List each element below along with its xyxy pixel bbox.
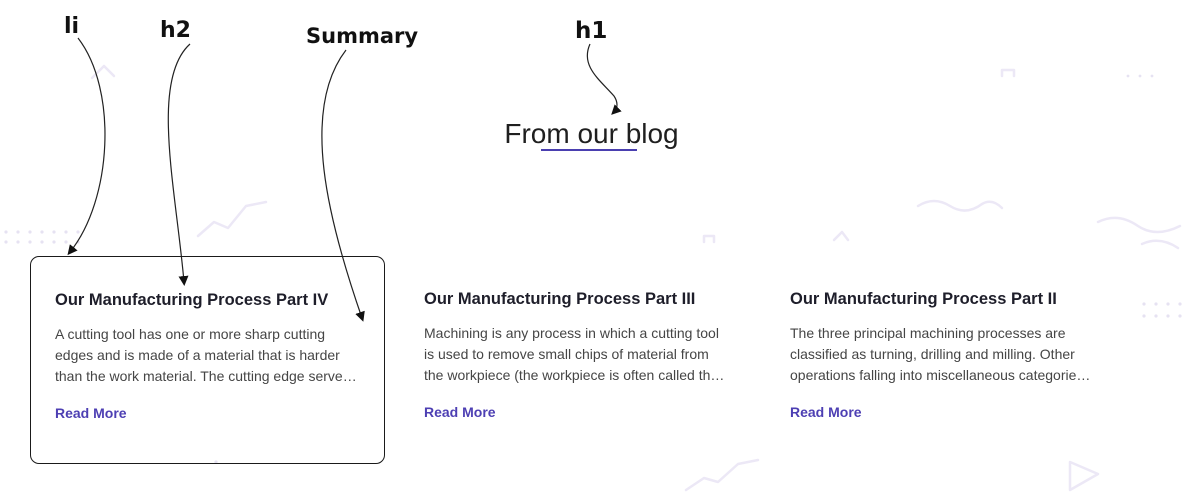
post-summary: The three principal machining processes …: [790, 325, 1084, 383]
read-more-link[interactable]: Read More: [424, 404, 496, 420]
h1-arrow: [586, 43, 622, 115]
blog-post-card: Our Manufacturing Process Part IV A cutt…: [30, 256, 385, 464]
read-more-link[interactable]: Read More: [790, 404, 862, 420]
annotation-li-label: li: [64, 14, 80, 39]
annotation-h2-label: h2: [160, 18, 191, 43]
post-title[interactable]: Our Manufacturing Process Part IV: [55, 291, 360, 310]
h2-arrow: [167, 43, 191, 286]
title-underline: [541, 149, 637, 151]
read-more-link[interactable]: Read More: [55, 405, 127, 421]
page-title: From our blog: [504, 118, 679, 149]
post-title[interactable]: Our Manufacturing Process Part III: [424, 290, 731, 309]
post-summary: A cutting tool has one or more sharp cut…: [55, 326, 350, 384]
blog-post-card: Our Manufacturing Process Part III Machi…: [400, 256, 755, 464]
post-summary: Machining is any process in which a cutt…: [424, 325, 719, 383]
annotation-summary-label: Summary: [306, 24, 419, 48]
blog-post-card: Our Manufacturing Process Part II The th…: [766, 256, 1121, 464]
post-title[interactable]: Our Manufacturing Process Part II: [790, 290, 1097, 309]
annotation-h1-label: h1: [575, 18, 608, 44]
